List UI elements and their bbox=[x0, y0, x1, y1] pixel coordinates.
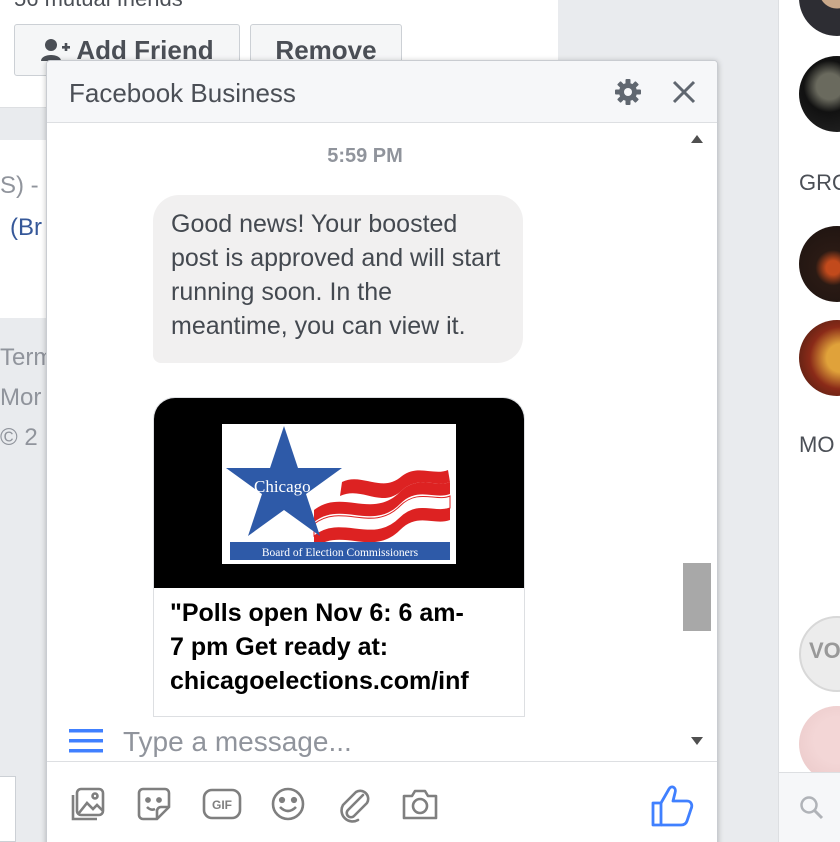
message-input[interactable] bbox=[123, 719, 623, 765]
mutual-friends-text: 56 mutual friends bbox=[14, 0, 183, 12]
svg-text:GIF: GIF bbox=[212, 798, 232, 812]
chat-header[interactable]: Facebook Business bbox=[47, 61, 717, 123]
gif-icon[interactable]: GIF bbox=[201, 783, 243, 825]
group-avatar[interactable] bbox=[799, 320, 840, 396]
search-icon bbox=[800, 796, 824, 820]
sticker-icon[interactable] bbox=[133, 783, 175, 825]
preview-line: 7 pm Get ready at: bbox=[170, 633, 389, 661]
close-icon[interactable] bbox=[667, 75, 701, 109]
camera-icon[interactable] bbox=[399, 783, 441, 825]
like-icon[interactable] bbox=[649, 783, 695, 829]
message-timestamp: 5:59 PM bbox=[327, 145, 403, 167]
right-sidebar: GRO MO VOT bbox=[778, 0, 840, 842]
footer-more-link[interactable]: Mor bbox=[0, 384, 41, 412]
chat-title[interactable]: Facebook Business bbox=[69, 78, 296, 109]
link-preview-card[interactable]: Chicago Board of Election Commissioners … bbox=[153, 397, 525, 717]
scroll-thumb[interactable] bbox=[683, 563, 711, 631]
preview-line: chicagoelections.com/inf bbox=[170, 667, 469, 695]
svg-text:Chicago: Chicago bbox=[254, 477, 311, 496]
info-fragment-1: S) - bbox=[0, 172, 39, 199]
emoji-icon[interactable] bbox=[267, 783, 309, 825]
scroll-down-arrow-icon[interactable] bbox=[687, 731, 707, 751]
scroll-up-arrow-icon[interactable] bbox=[687, 129, 707, 149]
groups-label: GRO bbox=[799, 170, 840, 195]
preview-image[interactable]: Chicago Board of Election Commissioners bbox=[154, 398, 524, 588]
chat-window: Facebook Business 5:59 PM Good news! You… bbox=[46, 60, 718, 842]
info-link-fragment[interactable]: (Br bbox=[10, 214, 42, 242]
photo-icon[interactable] bbox=[67, 783, 109, 825]
more-label: MO bbox=[799, 432, 835, 457]
group-avatar[interactable] bbox=[799, 226, 840, 302]
menu-icon[interactable] bbox=[69, 727, 103, 755]
footer-copyright: © 2 bbox=[0, 424, 38, 451]
background-input-edge bbox=[0, 776, 16, 842]
contact-avatar[interactable] bbox=[799, 0, 840, 36]
preview-line: "Polls open Nov 6: 6 am- bbox=[170, 599, 464, 627]
chicago-elections-logo: Chicago Board of Election Commissioners bbox=[222, 424, 456, 564]
contact-avatar[interactable] bbox=[799, 706, 840, 782]
vote-badge-avatar[interactable]: VOT bbox=[799, 616, 840, 692]
svg-text:Board of Election Commissioner: Board of Election Commissioners bbox=[262, 547, 419, 559]
message-thread[interactable]: 5:59 PM Good news! Your boosted post is … bbox=[47, 123, 717, 761]
thread-scrollbar[interactable] bbox=[683, 123, 711, 759]
preview-headline[interactable]: "Polls open Nov 6: 6 am- 7 pm Get ready … bbox=[170, 596, 516, 698]
message-bubble[interactable]: Good news! Your boosted post is approved… bbox=[153, 195, 523, 363]
vote-badge-text: VOT bbox=[809, 638, 840, 663]
sidebar-search[interactable] bbox=[779, 772, 840, 842]
gear-icon[interactable] bbox=[611, 75, 645, 109]
contact-avatar[interactable] bbox=[799, 56, 840, 132]
attachment-icon[interactable] bbox=[333, 783, 375, 825]
